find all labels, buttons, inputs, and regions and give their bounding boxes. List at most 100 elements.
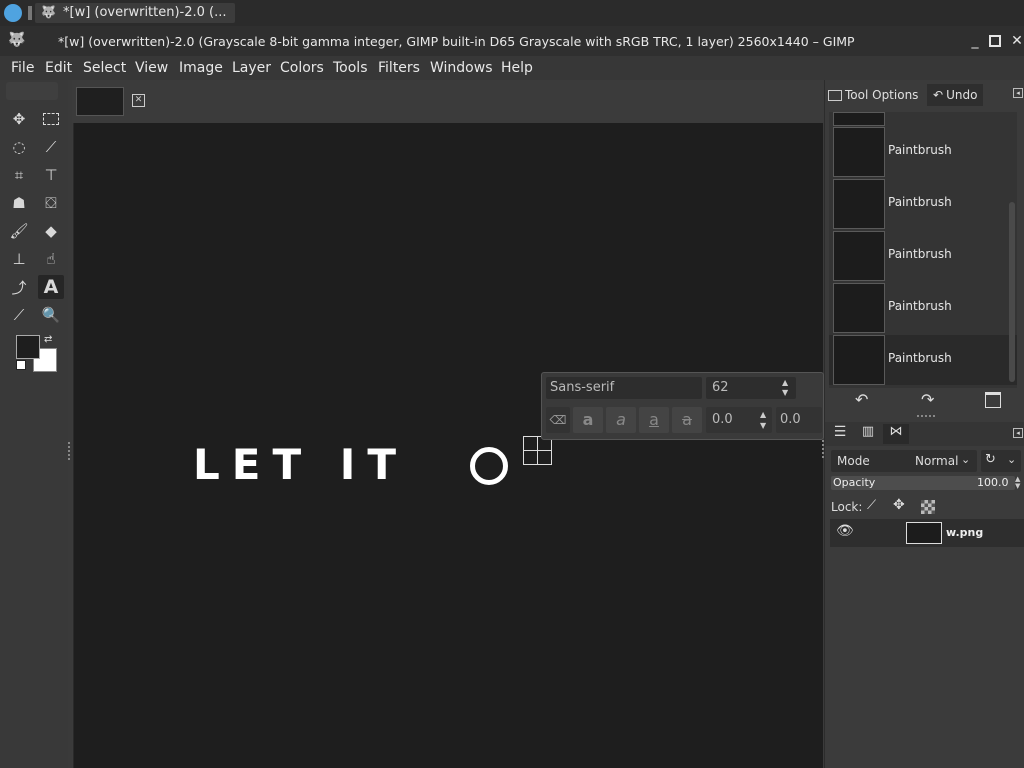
lock-alpha-icon[interactable] xyxy=(921,500,935,514)
baseline-field[interactable]: 0.0 ▲ ▼ xyxy=(706,407,772,433)
bold-button[interactable]: a xyxy=(573,407,603,433)
undo-item[interactable]: Paintbrush xyxy=(833,283,1013,333)
menu-file[interactable]: File xyxy=(11,60,34,76)
crop-tool-icon[interactable]: ⌗ xyxy=(6,163,32,187)
clear-style-button[interactable]: ⌫ xyxy=(546,407,570,433)
layer-mode-selector[interactable]: Mode Normal ⌄ xyxy=(831,450,977,472)
tab-undo[interactable]: ↶ Undo xyxy=(927,84,984,106)
menu-image[interactable]: Image xyxy=(179,60,223,76)
fuzzy-select-tool-icon[interactable]: ⟋ xyxy=(38,135,64,159)
menu-windows[interactable]: Windows xyxy=(430,60,493,76)
paintbrush-tool-icon[interactable]: 🖌 xyxy=(6,219,32,243)
wilber-drop-area xyxy=(6,82,58,100)
undo-thumbnail xyxy=(833,179,885,229)
clone-tool-icon[interactable]: ⊥ xyxy=(6,247,32,271)
baseline-spin-icon[interactable]: ▲ ▼ xyxy=(760,409,766,431)
menu-layer[interactable]: Layer xyxy=(232,60,271,76)
tab-tool-options[interactable]: Tool Options xyxy=(828,84,918,106)
rect-select-tool-icon[interactable] xyxy=(38,107,64,131)
lock-position-icon[interactable]: ✥ xyxy=(893,497,905,513)
taskbar-window-button[interactable]: 🐺 *[w] (overwritten)-2.0 (... xyxy=(35,3,235,23)
menubar: File Edit Select View Image Layer Colors… xyxy=(0,56,1024,80)
undo-item[interactable]: Paintbrush xyxy=(833,127,1013,177)
free-select-tool-icon[interactable]: ◌ xyxy=(6,135,32,159)
opacity-spin-icon[interactable]: ▲ ▼ xyxy=(1015,476,1020,490)
font-size-field[interactable]: 62 ▲ ▼ xyxy=(706,377,796,399)
close-icon[interactable]: ✕ xyxy=(1008,32,1024,50)
lock-pixels-icon[interactable]: ⟋ xyxy=(867,498,876,513)
canvas-text-let-it: LET IT xyxy=(193,440,409,489)
eraser-tool-icon[interactable]: ◆ xyxy=(38,219,64,243)
undo-item[interactable]: Paintbrush xyxy=(833,179,1013,229)
zoom-tool-icon[interactable]: 🔍 xyxy=(38,303,64,327)
smudge-tool-icon[interactable]: ☝ xyxy=(38,247,64,271)
tab-paths[interactable]: ⋈ xyxy=(883,424,909,444)
layer-row[interactable]: 👁 w.png xyxy=(830,519,1024,547)
undo-item[interactable]: Paintbrush xyxy=(833,231,1013,281)
left-dock-separator[interactable] xyxy=(68,80,72,768)
undo-item-label: Paintbrush xyxy=(888,351,952,365)
swap-colors-icon[interactable]: ⇄ xyxy=(44,334,52,345)
layers-dock-menu-icon[interactable]: ◂ xyxy=(1013,428,1023,438)
menu-select[interactable]: Select xyxy=(83,60,126,76)
underline-button[interactable]: a xyxy=(639,407,669,433)
menu-filters[interactable]: Filters xyxy=(378,60,420,76)
menu-colors[interactable]: Colors xyxy=(280,60,324,76)
eye-visibility-icon[interactable]: 👁 xyxy=(836,523,854,539)
foreground-color-swatch[interactable] xyxy=(16,335,40,359)
undo-item-label: Paintbrush xyxy=(888,247,952,261)
tab-layers[interactable]: ☰ xyxy=(829,424,851,444)
undo-thumbnail xyxy=(833,231,885,281)
undo-button[interactable]: ↶ xyxy=(855,390,868,409)
redo-button[interactable]: ↷ xyxy=(921,390,934,409)
tab-channels[interactable]: ▥ xyxy=(857,424,879,444)
kerning-field[interactable]: 0.0 xyxy=(776,407,822,433)
color-picker-tool-icon[interactable]: ⟋ xyxy=(6,303,32,327)
dock-pane-separator[interactable] xyxy=(917,415,935,419)
undo-item-selected[interactable]: Paintbrush xyxy=(829,335,1017,385)
menu-edit[interactable]: Edit xyxy=(45,60,72,76)
maximize-icon[interactable] xyxy=(986,32,1004,50)
taskbar-window-label: *[w] (overwritten)-2.0 (... xyxy=(63,5,227,20)
app-launcher-icon[interactable] xyxy=(4,4,22,22)
unified-transform-tool-icon[interactable]: ⊤ xyxy=(38,163,64,187)
right-dock-separator[interactable] xyxy=(822,440,826,458)
tab-undo-label: Undo xyxy=(946,88,978,102)
italic-button[interactable]: a xyxy=(606,407,636,433)
lock-label: Lock: xyxy=(831,500,863,514)
image-canvas[interactable]: LET IT xyxy=(73,123,823,768)
menu-view[interactable]: View xyxy=(135,60,168,76)
image-tab-strip: ✕ xyxy=(72,80,822,122)
tab-tool-options-label: Tool Options xyxy=(845,88,919,102)
image-tab-thumbnail[interactable] xyxy=(76,87,124,116)
default-colors-icon[interactable] xyxy=(16,360,26,370)
undo-history-list[interactable]: Paintbrush Paintbrush Paintbrush Paintbr… xyxy=(829,112,1017,388)
font-field[interactable]: Sans-serif xyxy=(546,377,702,399)
dock-menu-icon[interactable]: ◂ xyxy=(1013,88,1023,98)
menu-tools[interactable]: Tools xyxy=(333,60,368,76)
strikethrough-button[interactable]: a xyxy=(672,407,702,433)
move-tool-icon[interactable]: ✥ xyxy=(6,107,32,131)
close-image-tab-icon[interactable]: ✕ xyxy=(132,94,145,107)
composite-mode-selector[interactable]: ↻ ⌄ xyxy=(981,450,1021,472)
mode-value: Normal xyxy=(915,454,959,468)
layers-tab-strip: ☰ ▥ ⋈ ◂ xyxy=(825,422,1024,446)
gimp-taskbar-icon xyxy=(28,6,32,20)
bucket-fill-tool-icon[interactable]: ⛋ xyxy=(38,191,64,215)
size-spin-icon[interactable]: ▲ ▼ xyxy=(782,378,788,398)
text-tool-icon[interactable]: A xyxy=(38,275,64,299)
warp-transform-tool-icon[interactable]: ☗ xyxy=(6,191,32,215)
opacity-slider[interactable]: Opacity 100.0 xyxy=(831,476,1015,490)
undo-item-partial[interactable] xyxy=(833,112,885,126)
undo-item-label: Paintbrush xyxy=(888,299,952,313)
minimize-icon[interactable]: _ xyxy=(966,32,984,50)
text-tool-editor: Sans-serif 62 ▲ ▼ ⌫ a a a a 0.0 ▲ ▼ 0.0 xyxy=(541,372,824,440)
undo-thumbnail xyxy=(833,335,885,385)
undo-item-label: Paintbrush xyxy=(888,195,952,209)
kerning-value: 0.0 xyxy=(780,412,801,427)
paths-tool-icon[interactable]: ⤴ xyxy=(6,275,32,299)
menu-help[interactable]: Help xyxy=(501,60,533,76)
clear-undo-history-icon[interactable] xyxy=(985,392,1001,408)
tool-options-icon xyxy=(828,89,842,101)
undo-scrollbar[interactable] xyxy=(1009,202,1015,382)
